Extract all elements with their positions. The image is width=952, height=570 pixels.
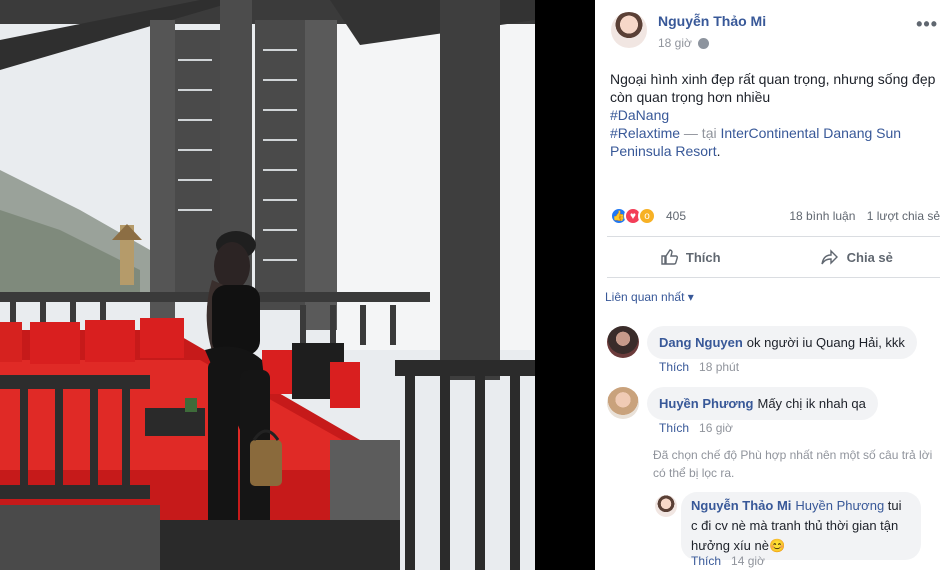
share-button-label: Chia sẻ xyxy=(846,249,893,265)
wow-reaction-icon: o xyxy=(638,207,656,225)
commenter-name[interactable]: Huyền Phương xyxy=(659,396,754,411)
comment-sort-dropdown[interactable]: Liên quan nhất ▾ xyxy=(605,290,694,304)
location-end: . xyxy=(716,143,721,159)
comment-item: Huyền Phương Mấy chị ik nhah qa Thích 16 g… xyxy=(607,387,947,437)
action-bar: Thích Chia sẻ xyxy=(607,236,940,278)
post-time[interactable]: 18 giờ xyxy=(658,36,692,50)
commenter-avatar[interactable] xyxy=(607,326,639,358)
comment-bubble: Dang Nguyen ok người iu Quang Hải, kkk xyxy=(647,326,917,359)
comment-text: Mấy chị ik nhah qa xyxy=(757,396,866,411)
comment-like-link[interactable]: Thích xyxy=(659,421,689,435)
reply-text-2: c đi cv nè mà tranh thủ thời gian tận xyxy=(691,518,899,533)
comment-like-link[interactable]: Thích xyxy=(659,360,689,374)
share-icon xyxy=(820,249,838,265)
more-options-icon[interactable]: ••• xyxy=(916,14,938,35)
reactions-bar: 👍 ♥ o 405 18 bình luận 1 lượt chia sẻ xyxy=(610,205,940,229)
reply-author[interactable]: Nguyễn Thảo Mi xyxy=(691,498,791,513)
globe-icon xyxy=(697,37,709,49)
reply-bubble: Nguyễn Thảo Mi Huyền Phương tui c đi cv n… xyxy=(681,492,921,560)
reply-time[interactable]: 14 giờ xyxy=(731,554,765,568)
comment-meta: Thích 18 phút xyxy=(659,360,739,374)
comment-meta: Thích 16 giờ xyxy=(659,421,733,435)
comment-count[interactable]: 18 bình luận xyxy=(789,209,855,223)
comment-bubble: Huyền Phương Mấy chị ik nhah qa xyxy=(647,387,878,420)
post-text: Ngoại hình xinh đẹp rất quan trọng, nhưn… xyxy=(610,70,940,160)
share-count[interactable]: 1 lượt chia sẻ xyxy=(867,209,940,223)
chevron-down-icon: ▾ xyxy=(687,290,694,304)
share-button[interactable]: Chia sẻ xyxy=(774,237,941,277)
reply-avatar[interactable] xyxy=(655,495,677,517)
reply-item: Nguyễn Thảo Mi Huyền Phương tui c đi cv n… xyxy=(655,492,950,570)
filter-notice: Đã chọn chế độ Phù hợp nhất nên một số c… xyxy=(653,448,933,480)
comment-text: ok người iu Quang Hải, kkk xyxy=(746,335,905,350)
reply-text-3: hưởng xíu nè😊 xyxy=(691,538,786,553)
author-name[interactable]: Nguyễn Thảo Mi xyxy=(658,13,766,29)
post-meta: 18 giờ xyxy=(658,36,709,50)
hashtag-relaxtime[interactable]: #Relaxtime xyxy=(610,125,680,141)
author-avatar[interactable] xyxy=(611,12,647,48)
comment-time[interactable]: 18 phút xyxy=(699,360,739,374)
comment-item: Dang Nguyen ok người iu Quang Hải, kkk Th… xyxy=(607,326,947,376)
post-photo[interactable] xyxy=(0,0,595,570)
reply-text-1: tui xyxy=(887,498,902,513)
post-side-panel: Nguyễn Thảo Mi 18 giờ ••• Ngoại hình xin… xyxy=(595,0,952,570)
hashtag-danang[interactable]: #DaNang xyxy=(610,107,669,123)
engagement-counts: 18 bình luận 1 lượt chia sẻ xyxy=(781,209,940,223)
location-separator: — tại xyxy=(680,125,721,141)
sort-label: Liên quan nhất xyxy=(605,290,685,304)
like-button[interactable]: Thích xyxy=(607,237,774,277)
like-button-label: Thích xyxy=(685,249,721,265)
post-caption: Ngoại hình xinh đẹp rất quan trọng, nhưn… xyxy=(610,71,936,105)
post-header: Nguyễn Thảo Mi 18 giờ ••• xyxy=(595,0,952,60)
like-icon xyxy=(661,249,678,265)
reply-mention[interactable]: Huyền Phương xyxy=(795,498,884,513)
reply-like-link[interactable]: Thích xyxy=(691,554,721,568)
comment-time[interactable]: 16 giờ xyxy=(699,421,733,435)
reaction-icons[interactable]: 👍 ♥ o xyxy=(610,207,656,225)
commenter-avatar[interactable] xyxy=(607,387,639,419)
commenter-name[interactable]: Dang Nguyen xyxy=(659,335,743,350)
reaction-count[interactable]: 405 xyxy=(666,209,686,223)
reply-meta: Thích 14 giờ xyxy=(691,554,765,568)
